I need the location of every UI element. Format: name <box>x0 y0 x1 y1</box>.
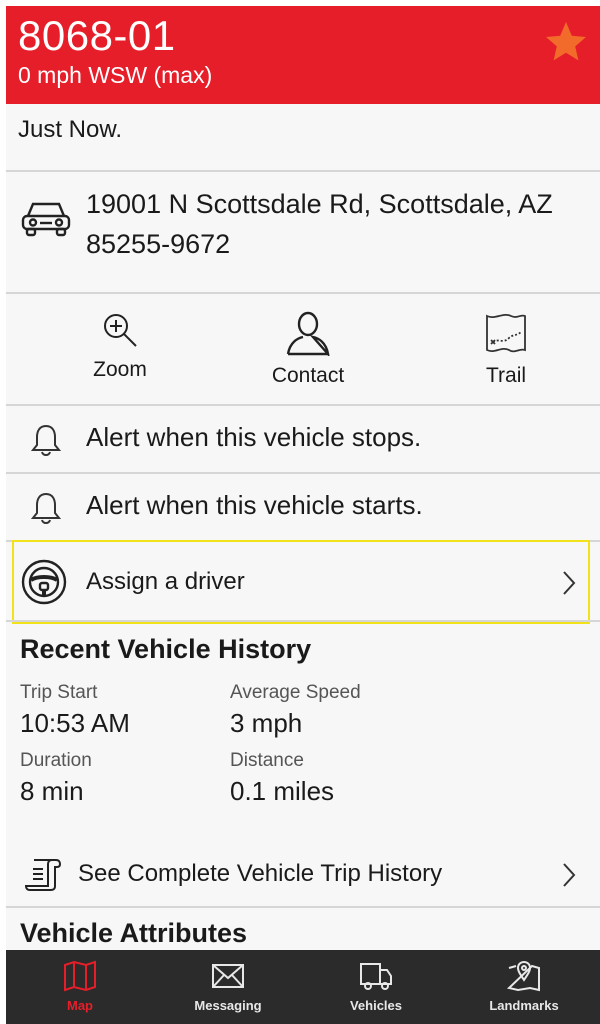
divider <box>6 170 600 172</box>
zoom-button[interactable]: Zoom <box>40 300 200 382</box>
landmark-pin-icon <box>506 960 540 992</box>
tab-messaging-label: Messaging <box>194 998 262 1013</box>
divider <box>6 620 600 622</box>
attributes-title: Vehicle Attributes <box>20 918 248 948</box>
tab-bar: Map Messaging Vehicles Landmarks <box>6 950 600 1024</box>
tab-landmarks[interactable]: Landmarks <box>450 950 598 1024</box>
person-icon <box>286 311 330 356</box>
stat-value-duration: 8 min <box>20 776 84 806</box>
bell-icon <box>30 492 62 524</box>
last-update-time: Just Now. <box>18 116 123 143</box>
action-buttons: Zoom Contact Trail <box>6 300 600 408</box>
tab-landmarks-label: Landmarks <box>489 998 559 1013</box>
divider <box>6 292 600 294</box>
stat-label-trip-start: Trip Start <box>20 682 98 703</box>
envelope-icon <box>212 964 244 988</box>
divider <box>6 906 600 908</box>
tab-map[interactable]: Map <box>6 950 154 1024</box>
map-icon <box>64 960 96 992</box>
favorite-star-icon[interactable] <box>542 18 590 66</box>
tab-vehicles-label: Vehicles <box>349 998 403 1013</box>
stat-label-average-speed: Average Speed <box>230 682 361 703</box>
alert-starts-row[interactable]: Alert when this vehicle starts. <box>6 474 600 540</box>
vehicle-detail-screen: 8068-01 0 mph WSW (max) Just Now. 19001 … <box>6 6 600 1024</box>
assign-driver-label: Assign a driver <box>86 568 245 595</box>
trip-history-label: See Complete Vehicle Trip History <box>78 860 443 887</box>
contact-button[interactable]: Contact <box>228 300 388 388</box>
truck-icon <box>360 963 392 990</box>
stat-label-distance: Distance <box>230 750 304 771</box>
stat-value-trip-start: 10:53 AM <box>20 708 130 738</box>
chevron-right-icon <box>563 571 576 595</box>
contact-label: Contact <box>271 364 345 387</box>
zoom-in-icon <box>104 314 137 347</box>
trail-button[interactable]: Trail <box>426 300 586 388</box>
steering-wheel-icon <box>21 559 67 605</box>
map-trail-icon <box>486 313 526 353</box>
zoom-label: Zoom <box>93 358 147 381</box>
tab-vehicles[interactable]: Vehicles <box>302 950 450 1024</box>
tab-messaging[interactable]: Messaging <box>154 950 302 1024</box>
alert-starts-label: Alert when this vehicle starts. <box>86 490 423 520</box>
scroll-document-icon <box>24 859 62 891</box>
chevron-right-icon <box>563 863 576 887</box>
bell-icon <box>30 424 62 456</box>
trip-history-link[interactable]: See Complete Vehicle Trip History <box>6 846 600 906</box>
vehicle-speed: 0 mph WSW (max) <box>18 62 213 88</box>
stat-value-average-speed: 3 mph <box>230 708 303 738</box>
alert-stops-label: Alert when this vehicle stops. <box>86 422 422 452</box>
trail-label: Trail <box>485 364 527 387</box>
vehicle-header: 8068-01 0 mph WSW (max) <box>6 6 600 104</box>
vehicle-unit-name: 8068-01 <box>18 12 176 59</box>
assign-driver-row[interactable]: Assign a driver <box>6 540 600 626</box>
history-title: Recent Vehicle History <box>20 634 312 664</box>
tab-map-label: Map <box>67 998 93 1013</box>
stat-label-duration: Duration <box>20 750 92 771</box>
alert-stops-row[interactable]: Alert when this vehicle stops. <box>6 406 600 472</box>
stat-value-distance: 0.1 miles <box>230 776 335 806</box>
vehicle-address: 19001 N Scottsdale Rd, Scottsdale, AZ 85… <box>86 189 553 259</box>
car-icon <box>21 202 71 237</box>
